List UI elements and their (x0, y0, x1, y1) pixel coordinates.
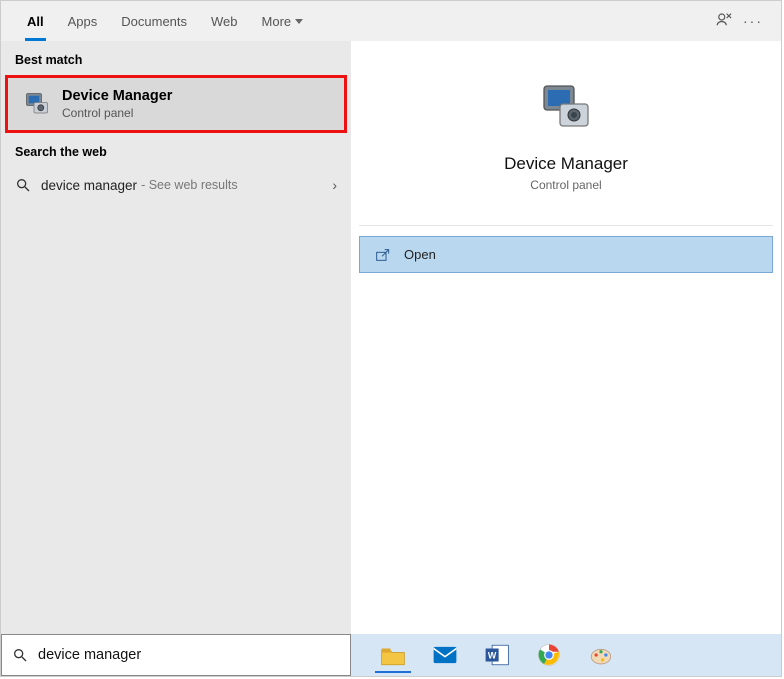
preview-subtitle: Control panel (370, 178, 762, 192)
section-search-web: Search the web (1, 133, 351, 167)
device-manager-large-icon (536, 80, 596, 140)
feedback-icon[interactable] (715, 11, 733, 32)
taskbar-paint[interactable] (581, 637, 621, 673)
overflow-menu-icon[interactable]: ··· (743, 13, 763, 29)
open-label: Open (404, 247, 436, 262)
search-box[interactable] (1, 634, 351, 676)
taskbar-mail[interactable] (425, 637, 465, 673)
search-window: All Apps Documents Web More ··· Best mat… (0, 0, 782, 677)
tab-apps[interactable]: Apps (56, 1, 110, 41)
chevron-down-icon (295, 19, 303, 24)
device-manager-icon (22, 89, 52, 119)
best-match-title: Device Manager (62, 88, 172, 104)
preview-hero: Device Manager Control panel (359, 49, 773, 219)
web-suffix: - See web results (141, 178, 238, 192)
open-button[interactable]: Open (359, 236, 773, 273)
taskbar-file-explorer[interactable] (373, 637, 413, 673)
section-best-match: Best match (1, 41, 351, 75)
filter-tabs: All Apps Documents Web More ··· (1, 1, 781, 41)
search-icon (12, 647, 28, 663)
web-query: device manager (41, 178, 137, 193)
web-search-result[interactable]: device manager - See web results › (1, 167, 351, 203)
taskbar-word[interactable]: W (477, 637, 517, 673)
tab-web[interactable]: Web (199, 1, 250, 41)
taskbar: W (351, 634, 781, 676)
preview-title: Device Manager (370, 154, 762, 174)
taskbar-chrome[interactable] (529, 637, 569, 673)
search-icon (15, 177, 31, 193)
svg-text:W: W (488, 650, 497, 660)
chevron-right-icon: › (332, 177, 337, 193)
search-input[interactable] (38, 647, 340, 663)
results-panel: Best match Device Manager Control panel … (1, 41, 351, 676)
open-icon (376, 248, 392, 262)
tab-all[interactable]: All (15, 1, 56, 41)
preview-panel: Device Manager Control panel Open (351, 41, 781, 676)
best-match-result[interactable]: Device Manager Control panel (5, 75, 347, 133)
tab-documents[interactable]: Documents (109, 1, 199, 41)
tab-more[interactable]: More (250, 1, 316, 41)
best-match-subtitle: Control panel (62, 106, 172, 120)
separator (359, 225, 773, 226)
bottom-bar: W (1, 634, 781, 676)
